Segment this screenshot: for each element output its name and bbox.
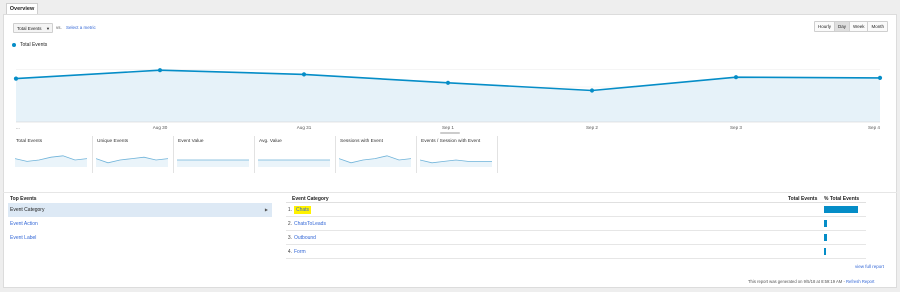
x-tick-label: Sep 2 [586, 125, 598, 130]
x-tick-label: Aug 31 [297, 125, 312, 130]
granularity-day-button[interactable]: Day [834, 22, 850, 31]
row-number: 1. [287, 207, 292, 213]
scorecard-label: Sessions with Event [340, 139, 383, 144]
sparkline [258, 159, 330, 167]
view-full-report-link[interactable]: view full report [855, 264, 884, 269]
scorecard[interactable]: Event Value [174, 136, 255, 173]
event-category-link[interactable]: Chats [294, 206, 312, 214]
tab-bar: Overview [0, 0, 900, 15]
table-row: 2. ChatsToLeads [286, 217, 866, 231]
event-category-link[interactable]: Outbound [294, 231, 316, 245]
granularity-week-button[interactable]: Week [849, 22, 868, 31]
pct-bar-track [824, 234, 858, 241]
chevron-right-icon: ▶ [264, 207, 268, 212]
scorecard-label: Events / Session with Event [421, 139, 481, 144]
scorecard-label: Avg. Value [259, 139, 282, 144]
metric-select[interactable]: Total Events ▼ [13, 23, 53, 33]
scorecards: Total Events Unique Events Event Value Avg.… [12, 136, 498, 173]
pct-bar [824, 234, 827, 241]
table-row: 4. Form [286, 245, 866, 259]
sparkline [420, 159, 492, 167]
chevron-down-icon: ▼ [46, 26, 50, 31]
scorecard-label: Event Value [178, 139, 204, 144]
header-total-events: Total Events [788, 196, 818, 202]
data-point[interactable] [877, 75, 883, 80]
scorecard[interactable]: Total Events [12, 136, 93, 173]
data-point[interactable] [13, 76, 19, 81]
top-events-panel: Top Events Event Category ▶ Event Action Ev… [8, 195, 272, 245]
sparkline [15, 155, 87, 167]
table-row: 1. Chats [286, 203, 866, 217]
top-events-header: Top Events [10, 196, 37, 202]
x-tick-label: Sep 1 [442, 125, 454, 130]
event-category-link[interactable]: Form [294, 245, 306, 259]
table-row: 3. Outbound [286, 231, 866, 245]
granularity-toggle: Hourly Day Week Month [814, 21, 888, 32]
scorecard-label: Unique Events [97, 139, 129, 144]
pct-bar [824, 220, 827, 227]
pct-bar [824, 248, 827, 255]
sparkline-area [177, 160, 249, 167]
header-pct-total-events: % Total Events [824, 196, 860, 202]
row-number: 3. [287, 235, 292, 241]
sparkline [177, 159, 249, 167]
top-event-label: Event Category [10, 207, 45, 213]
top-event-label: Event Action [10, 221, 38, 227]
data-point[interactable] [733, 75, 739, 80]
table-header: Event Category Total Events % Total Even… [286, 195, 866, 203]
pct-bar-track [824, 206, 858, 213]
pct-bar-track [824, 220, 858, 227]
events-table: Event Category Total Events % Total Even… [286, 195, 866, 259]
scorecard[interactable]: Unique Events [93, 136, 174, 173]
scorecard[interactable]: Sessions with Event [336, 136, 417, 173]
header-event-category: Event Category [292, 196, 329, 202]
section-divider [3, 192, 897, 193]
refresh-report-link[interactable]: Refresh Report [846, 279, 874, 284]
sparkline-area [258, 160, 330, 167]
top-event-item[interactable]: Event Label [8, 231, 272, 245]
data-point[interactable] [157, 68, 163, 73]
data-point[interactable] [589, 88, 595, 93]
sparkline [339, 155, 411, 167]
x-tick-label: Sep 4 [868, 125, 880, 130]
row-number: 4. [287, 249, 292, 255]
select-metric-link[interactable]: Select a metric [66, 23, 96, 33]
report-footer: This report was generated on 9/5/18 at 8… [748, 279, 874, 284]
scorecard-label: Total Events [16, 139, 43, 144]
event-category-link[interactable]: ChatsToLeads [294, 217, 326, 231]
resize-handle[interactable] [440, 132, 460, 134]
top-event-label: Event Label [10, 235, 37, 241]
line-chart: ... Aug 30 Aug 31 Sep 1 Sep 2 Sep 3 Sep 4 [13, 68, 883, 134]
scorecard[interactable]: Avg. Value [255, 136, 336, 173]
top-event-item[interactable]: Event Category ▶ [8, 203, 272, 217]
legend-dot-icon [12, 43, 16, 47]
row-number: 2. [287, 221, 292, 227]
sparkline-area [339, 155, 411, 167]
scorecard[interactable]: Events / Session with Event [417, 136, 498, 173]
legend-label: Total Events [20, 42, 48, 48]
x-tick-label: Aug 30 [153, 125, 168, 130]
granularity-month-button[interactable]: Month [867, 22, 887, 31]
x-tick-label: Sep 3 [730, 125, 742, 130]
data-point[interactable] [445, 80, 451, 85]
pct-bar-track [824, 248, 858, 255]
data-point[interactable] [301, 72, 307, 77]
chart-legend: Total Events [12, 41, 47, 49]
granularity-hourly-button[interactable]: Hourly [815, 22, 835, 31]
vs-label: vs. [56, 25, 62, 30]
top-event-item[interactable]: Event Action [8, 217, 272, 231]
pct-bar [824, 206, 858, 213]
metric-select-value: Total Events [17, 26, 42, 31]
sparkline [96, 156, 168, 167]
generated-text: This report was generated on 9/5/18 at 8… [748, 279, 845, 284]
x-tick-label: ... [16, 125, 20, 130]
